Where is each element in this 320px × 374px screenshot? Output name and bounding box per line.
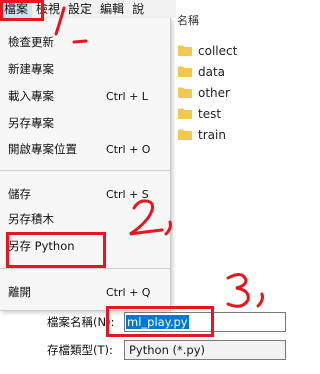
menu-item-label: 另存專案 xyxy=(8,116,54,130)
name-column-header[interactable]: 名稱 xyxy=(177,12,199,28)
step-3-annotation xyxy=(226,273,264,308)
menu-item-save-project-as[interactable]: 另存專案 xyxy=(0,112,170,134)
step-1-annotation xyxy=(54,6,88,44)
folder-icon xyxy=(178,66,192,77)
filetype-label: 存檔類型(T): xyxy=(47,343,113,357)
menu-item-label: 另存積木 xyxy=(8,212,54,226)
menu-item-shortcut: Ctrl + Q xyxy=(106,285,151,299)
folder-icon xyxy=(178,87,192,98)
folder-item-collect[interactable]: collect xyxy=(178,40,237,61)
folder-item-train[interactable]: train xyxy=(178,124,237,145)
menu-separator xyxy=(0,170,170,171)
annotation-box-save-python xyxy=(6,232,106,268)
folder-item-other[interactable]: other xyxy=(178,82,237,103)
folder-label: other xyxy=(198,85,230,100)
filetype-value: Python (*.py) xyxy=(129,343,206,357)
menu-item-shortcut: Ctrl + L xyxy=(106,89,148,103)
annotation-box-filename xyxy=(106,306,214,337)
menu-item-label: 新建專案 xyxy=(8,62,54,76)
folder-icon xyxy=(178,108,192,119)
menu-item-label: 離開 xyxy=(8,285,31,299)
filename-label: 檔案名稱(N): xyxy=(47,315,115,329)
menu-item-label: 檢查更新 xyxy=(8,35,54,49)
folder-item-data[interactable]: data xyxy=(178,61,237,82)
menu-item-load-project[interactable]: 載入專案 Ctrl + L xyxy=(0,85,170,107)
filetype-row: 存檔類型(T): Python (*.py) xyxy=(0,339,286,361)
folder-label: train xyxy=(198,127,226,142)
menu-item-label: 載入專案 xyxy=(8,89,54,103)
menu-item-exit[interactable]: 離開 Ctrl + Q xyxy=(0,281,170,303)
folder-list: collect data other test train xyxy=(178,40,237,145)
filetype-select[interactable]: Python (*.py) xyxy=(124,340,286,360)
menu-edit[interactable]: 編輯 xyxy=(96,0,128,18)
folder-label: collect xyxy=(198,43,238,58)
folder-icon xyxy=(178,45,192,56)
menu-item-label: 儲存 xyxy=(8,187,31,201)
folder-label: test xyxy=(198,106,222,121)
folder-icon xyxy=(178,129,192,140)
menu-item-label: 開啟專案位置 xyxy=(8,142,77,156)
menu-item-new-project[interactable]: 新建專案 xyxy=(0,58,170,80)
step-2-annotation xyxy=(129,199,172,236)
menu-help[interactable]: 說 xyxy=(128,0,148,18)
menu-item-shortcut: Ctrl + O xyxy=(106,142,151,156)
menu-item-open-project-location[interactable]: 開啟專案位置 Ctrl + O xyxy=(0,138,170,160)
folder-item-test[interactable]: test xyxy=(178,103,237,124)
menu-separator xyxy=(0,268,170,269)
folder-label: data xyxy=(198,64,226,79)
annotation-box-file-menu xyxy=(0,0,44,21)
